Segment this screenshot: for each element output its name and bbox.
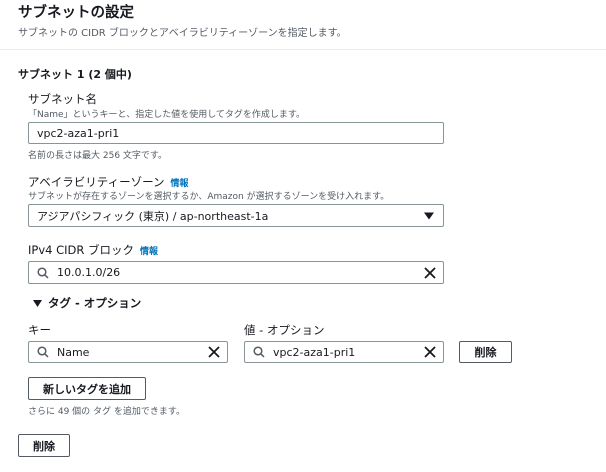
az-select[interactable]: アジアパシフィック (東京) / ap-northeast-1a [28, 204, 444, 227]
cidr-value: 10.0.1.0/26 [57, 266, 121, 279]
clear-icon[interactable] [424, 346, 436, 358]
delete-subnet-button[interactable]: 削除 [18, 434, 70, 457]
subnet-name-hint: 名前の長さは最大 256 文字です。 [28, 151, 168, 161]
tags-expander[interactable]: タグ - オプション [33, 295, 141, 311]
subnet-name-input[interactable]: vpc2-aza1-pri1 [28, 122, 444, 144]
remove-tag-button[interactable]: 削除 [459, 341, 512, 363]
tags-remaining-hint: さらに 49 個の タグ を追加できます。 [28, 407, 185, 417]
tag-key-value: Name [57, 345, 90, 359]
az-label: アベイラビリティーゾーン [28, 175, 165, 189]
subnet-section-title: サブネット 1 (2 個中) [18, 68, 132, 81]
az-label-row: アベイラビリティーゾーン 情報 [28, 174, 189, 190]
caret-down-icon [33, 299, 42, 307]
tag-value-label: 値 - オプション [244, 323, 325, 337]
clear-icon[interactable] [424, 266, 436, 279]
cidr-info-link[interactable]: 情報 [140, 247, 158, 257]
search-icon [37, 266, 49, 279]
cidr-label-row: IPv4 CIDR ブロック 情報 [28, 242, 158, 258]
page-header: サブネットの設定 サブネットの CIDR ブロックとアベイラビリティーゾーンを指… [0, 0, 606, 50]
clear-icon[interactable] [208, 346, 220, 358]
tags-expander-label: タグ - オプション [48, 296, 142, 310]
page-description: サブネットの CIDR ブロックとアベイラビリティーゾーンを指定します。 [18, 28, 347, 39]
tag-key-input[interactable]: Name [28, 341, 228, 363]
tag-key-label: キー [28, 323, 51, 337]
subnet-name-value: vpc2-aza1-pri1 [37, 126, 120, 140]
subnet-name-description: 「Name」というキーと、指定した値を使用してタグを作成します。 [28, 110, 306, 120]
az-info-link[interactable]: 情報 [171, 179, 189, 189]
page-title: サブネットの設定 [18, 5, 134, 21]
add-tag-button[interactable]: 新しいタグを追加 [28, 377, 146, 400]
search-icon [253, 346, 265, 358]
cidr-input[interactable]: 10.0.1.0/26 [28, 261, 444, 284]
az-description: サブネットが存在するゾーンを選択するか、Amazon が選択するゾーンを受け入れ… [28, 192, 390, 202]
az-selected-value: アジアパシフィック (東京) / ap-northeast-1a [37, 209, 269, 223]
cidr-label: IPv4 CIDR ブロック [28, 243, 135, 257]
subnet-name-label: サブネット名 [28, 92, 97, 106]
search-icon [37, 346, 49, 358]
tag-value-input[interactable]: vpc2-aza1-pri1 [244, 341, 444, 363]
caret-down-icon [424, 212, 434, 219]
tag-value-value: vpc2-aza1-pri1 [273, 345, 356, 359]
